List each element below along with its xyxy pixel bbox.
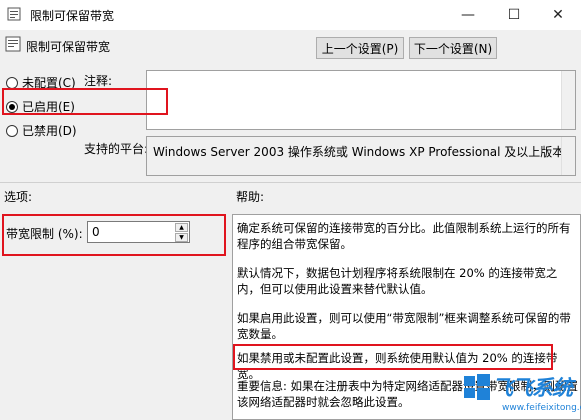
radio-label-disabled: 已禁用(D) [22,124,77,138]
watermark-brand: 飞飞系统 [492,376,573,400]
comment-scrollbar[interactable] [561,71,575,129]
maximize-button[interactable]: ☐ [491,0,537,30]
radio-circle[interactable] [6,124,18,137]
window-title: 限制可保留带宽 [30,9,115,23]
policy-title: 限制可保留带宽 [26,40,111,54]
help-paragraph: 确定系统可保留的连接带宽的百分比。此值限制系统上运行的所有程序的组合带宽保留。 [237,221,571,251]
supported-platform-box: Windows Server 2003 操作系统或 Windows XP Pro… [146,136,576,176]
previous-setting-button[interactable]: 上一个设置(P) [316,37,404,59]
supported-platform-value: Windows Server 2003 操作系统或 Windows XP Pro… [153,145,565,159]
help-heading: 帮助: [236,190,265,204]
comment-textarea[interactable] [146,70,576,130]
radio-disabled[interactable]: 已禁用(D) [6,122,77,139]
section-divider [0,182,581,183]
minimize-button[interactable]: — [445,0,491,30]
next-setting-button[interactable]: 下一个设置(N) [409,37,497,59]
platform-scrollbar[interactable] [561,137,575,175]
title-bar: 限制可保留带宽 — ☐ ✕ [0,0,581,30]
policy-icon [7,7,21,21]
help-paragraph: 如果启用此设置，则可以使用“带宽限制”框来调整系统可保留的带宽数量。 [237,311,571,341]
help-paragraph: 默认情况下，数据包计划程序将系统限制在 20% 的连接带宽之内，但可以使用此设置… [237,266,558,296]
options-heading: 选项: [4,190,33,204]
watermark-url: www.feifeixitong.com [502,403,581,413]
highlight-default-help [233,344,553,370]
policy-setting-icon [5,36,21,52]
highlight-enabled-option [2,88,168,115]
highlight-bandwidth-option [2,214,226,256]
windows-logo-icon [464,374,490,400]
supported-platform-label: 支持的平台: [84,142,149,156]
comment-label: 注释: [84,74,113,88]
watermark: 飞飞系统 www.feifeixitong.com [462,372,581,420]
radio-circle[interactable] [6,76,18,89]
close-button[interactable]: ✕ [535,0,581,30]
